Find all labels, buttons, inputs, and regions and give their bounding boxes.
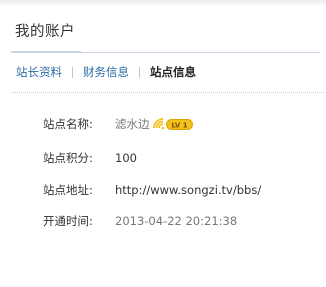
tab-separator xyxy=(139,66,140,78)
page-title: 我的账户 xyxy=(15,24,75,40)
site-points-value: 100 xyxy=(115,151,137,165)
site-name-label: 站点名称: xyxy=(43,117,93,131)
signal-level-icon xyxy=(152,118,164,130)
open-time-row: 开通时间: 2013-04-22 20:21:38 xyxy=(43,213,237,229)
tab-separator xyxy=(72,66,73,78)
tab-site-info[interactable]: 站点信息 xyxy=(150,64,196,80)
level-pill: LV 1 xyxy=(165,118,193,130)
site-address-label: 站点地址: xyxy=(43,183,93,197)
tab-webmaster-profile[interactable]: 站长资料 xyxy=(16,64,62,80)
site-name-row: 站点名称: 滤水边 LV 1 xyxy=(43,116,193,132)
open-time-label: 开通时间: xyxy=(43,214,93,228)
site-address-row: 站点地址: http://www.songzi.tv/bbs/ xyxy=(43,182,261,198)
site-address-value: http://www.songzi.tv/bbs/ xyxy=(115,183,262,197)
level-badge: LV 1 xyxy=(152,118,193,130)
site-name-value: 滤水边 xyxy=(115,117,150,131)
level-text: LV 1 xyxy=(171,121,187,129)
open-time-value: 2013-04-22 20:21:38 xyxy=(115,214,238,228)
top-edge xyxy=(0,0,326,6)
site-points-label: 站点积分: xyxy=(43,151,93,165)
site-points-row: 站点积分: 100 xyxy=(43,150,137,166)
section-divider xyxy=(11,92,324,93)
tab-bar: 站长资料 财务信息 站点信息 xyxy=(16,64,196,80)
title-underline xyxy=(11,51,81,53)
tab-financial-info[interactable]: 财务信息 xyxy=(83,64,129,80)
